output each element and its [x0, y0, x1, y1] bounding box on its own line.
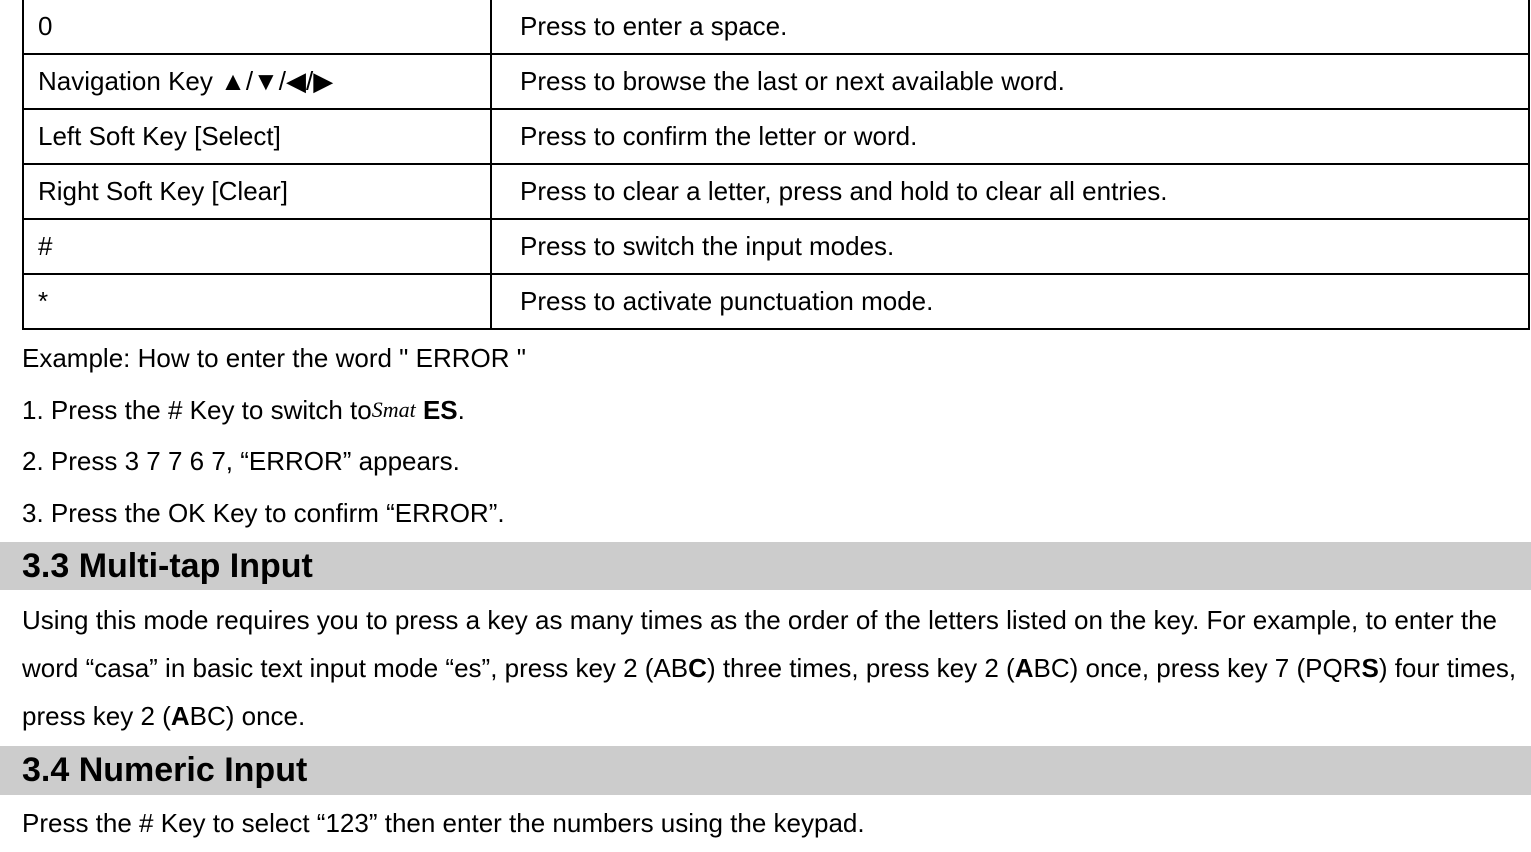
desc-cell: Press to clear a letter, press and hold …: [491, 164, 1529, 219]
table-row: Right Soft Key [Clear] Press to clear a …: [23, 164, 1529, 219]
section-heading-3-4: 3.4 Numeric Input: [0, 746, 1531, 794]
table-row: * Press to activate punctuation mode.: [23, 274, 1529, 329]
section-3-4-paragraph: Press the # Key to select “123” then ent…: [22, 801, 1531, 847]
key-cell: Navigation Key ▲/▼/◀/▶: [23, 54, 491, 109]
key-cell: Right Soft Key [Clear]: [23, 164, 491, 219]
desc-cell: Press to browse the last or next availab…: [491, 54, 1529, 109]
example-intro: Example: How to enter the word " ERROR ": [22, 336, 1531, 382]
desc-cell: Press to activate punctuation mode.: [491, 274, 1529, 329]
key-cell: 0: [23, 0, 491, 54]
bold-letter: A: [171, 701, 190, 731]
example-step-1: 1. Press the # Key to switch toSmat ES.: [22, 388, 1531, 434]
step1-period: .: [458, 395, 465, 425]
step1-post: ES: [416, 395, 458, 425]
bold-letter: C: [688, 653, 707, 683]
table-row: 0 Press to enter a space.: [23, 0, 1529, 54]
section-heading-3-3: 3.3 Multi-tap Input: [0, 542, 1531, 590]
table-row: Navigation Key ▲/▼/◀/▶ Press to browse t…: [23, 54, 1529, 109]
key-cell: #: [23, 219, 491, 274]
key-cell: *: [23, 274, 491, 329]
key-cell: Left Soft Key [Select]: [23, 109, 491, 164]
text-frag: BC) once, press key 7 (PQR: [1033, 653, 1361, 683]
key-function-table: 0 Press to enter a space. Navigation Key…: [22, 0, 1530, 330]
smart-mode-icon: Smat: [372, 397, 416, 422]
section-3-3-paragraph: Using this mode requires you to press a …: [22, 596, 1531, 740]
table-row: Left Soft Key [Select] Press to confirm …: [23, 109, 1529, 164]
bold-letter: A: [1015, 653, 1034, 683]
desc-cell: Press to switch the input modes.: [491, 219, 1529, 274]
example-step-3: 3. Press the OK Key to confirm “ERROR”.: [22, 491, 1531, 537]
bold-letter: S: [1361, 653, 1378, 683]
step1-pre: 1. Press the # Key to switch to: [22, 395, 372, 425]
desc-cell: Press to enter a space.: [491, 0, 1529, 54]
example-step-2: 2. Press 3 7 7 6 7, “ERROR” appears.: [22, 439, 1531, 485]
text-frag: ) three times, press key 2 (: [707, 653, 1015, 683]
table-row: # Press to switch the input modes.: [23, 219, 1529, 274]
desc-cell: Press to confirm the letter or word.: [491, 109, 1529, 164]
text-frag: BC) once.: [190, 701, 306, 731]
